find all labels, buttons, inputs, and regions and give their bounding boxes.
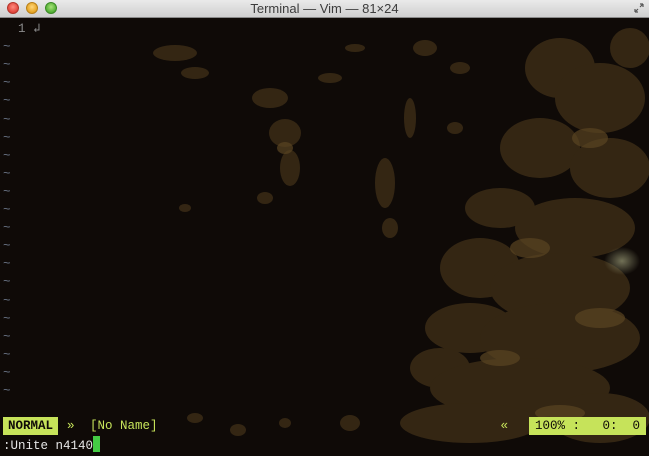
separator-right-arrow: » — [67, 419, 75, 433]
line-number: 1 — [18, 22, 26, 36]
tilde-line: ~ — [3, 112, 11, 127]
tilde-line: ~ — [3, 58, 11, 73]
command-line[interactable]: :Unite n4140 — [3, 436, 101, 454]
terminal-window: Terminal — Vim — 81×24 1 ↲ ~ ~ ~ ~ ~ ~ ~… — [0, 0, 649, 456]
tilde-line: ~ — [3, 221, 11, 236]
text-cursor — [93, 436, 101, 452]
buffer-line-1: 1 ↲ — [3, 20, 41, 38]
vim-statusline: NORMAL » [No Name] « 100% : 0: 0 — [0, 417, 649, 435]
tilde-line: ~ — [3, 76, 11, 91]
tilde-line: ~ — [3, 365, 11, 380]
tilde-line: ~ — [3, 148, 11, 163]
window-title: Terminal — Vim — 81×24 — [250, 1, 399, 16]
tilde-line: ~ — [3, 293, 11, 308]
mode-indicator: NORMAL — [3, 417, 59, 435]
tilde-line: ~ — [3, 130, 11, 145]
tilde-line: ~ — [3, 239, 11, 254]
tilde-line: ~ — [3, 166, 11, 181]
separator-left-arrow: « — [500, 419, 508, 433]
buffer-filename: [No Name] — [90, 419, 158, 433]
tilde-line: ~ — [3, 329, 11, 344]
command-text: :Unite n4140 — [3, 439, 94, 453]
tilde-line: ~ — [3, 347, 11, 362]
title-bar: Terminal — Vim — 81×24 — [0, 0, 649, 18]
tilde-line: ~ — [3, 275, 11, 290]
tilde-line: ~ — [3, 257, 11, 272]
tilde-line: ~ — [3, 311, 11, 326]
background-tree-image — [153, 28, 649, 443]
tilde-line: ~ — [3, 184, 11, 199]
tilde-line: ~ — [3, 40, 11, 55]
terminal-content[interactable]: 1 ↲ ~ ~ ~ ~ ~ ~ ~ ~ ~ ~ ~ ~ ~ ~ ~ ~ ~ ~ ~ ~ NORMAL » [No Na… — [0, 18, 649, 456]
fullscreen-icon[interactable] — [634, 3, 644, 13]
tilde-line: ~ — [3, 94, 11, 109]
eol-marker: ↲ — [33, 22, 41, 36]
cursor-position-ruler: 100% : 0: 0 — [528, 417, 646, 435]
tilde-line: ~ — [3, 203, 11, 217]
tilde-line: ~ — [3, 384, 11, 398]
